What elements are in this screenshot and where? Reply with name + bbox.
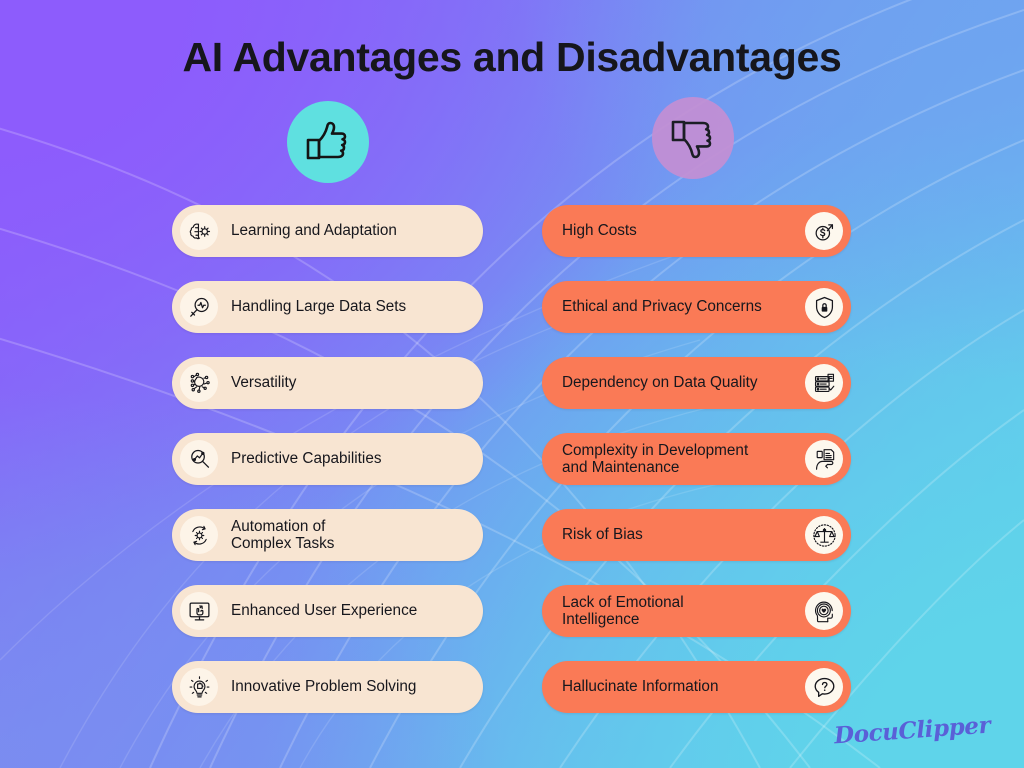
list-item-label: Ethical and Privacy Concerns bbox=[562, 298, 762, 316]
list-item[interactable]: Enhanced User Experience bbox=[172, 585, 483, 637]
list-item[interactable]: Predictive Capabilities bbox=[172, 433, 483, 485]
list-item[interactable]: Hallucinate Information bbox=[542, 661, 851, 713]
list-item-label: Lack of Emotional Intelligence bbox=[562, 593, 684, 629]
list-item[interactable]: Ethical and Privacy Concerns bbox=[542, 281, 851, 333]
list-item-label: Enhanced User Experience bbox=[231, 602, 418, 620]
page-title: AI Advantages and Disadvantages bbox=[182, 34, 842, 80]
gear-cycle-icon bbox=[180, 516, 218, 554]
list-item[interactable]: High Costs bbox=[542, 205, 851, 257]
list-item[interactable]: Learning and Adaptation bbox=[172, 205, 483, 257]
list-item-label: Automation of Complex Tasks bbox=[231, 517, 335, 553]
question-bubble-icon bbox=[805, 668, 843, 706]
disadvantages-column: High Costs Ethical and Privacy Concerns bbox=[542, 205, 851, 737]
list-item-label: Complexity in Development and Maintenanc… bbox=[562, 441, 749, 477]
data-checklist-icon bbox=[805, 364, 843, 402]
list-item[interactable]: Automation of Complex Tasks bbox=[172, 509, 483, 561]
list-item[interactable]: Complexity in Development and Maintenanc… bbox=[542, 433, 851, 485]
advantages-column: Learning and Adaptation Handling Large D… bbox=[172, 205, 483, 737]
list-item-label: Handling Large Data Sets bbox=[231, 298, 407, 316]
thumbs-up-icon bbox=[287, 101, 369, 183]
infographic-canvas: AI Advantages and Disadvantages Learning… bbox=[0, 0, 1024, 768]
brain-gear-icon bbox=[180, 212, 218, 250]
network-nodes-icon bbox=[180, 364, 218, 402]
list-item-label: Dependency on Data Quality bbox=[562, 374, 758, 392]
list-item[interactable]: Innovative Problem Solving bbox=[172, 661, 483, 713]
list-item-label: Risk of Bias bbox=[562, 526, 643, 544]
list-item-label: Innovative Problem Solving bbox=[231, 678, 417, 696]
list-item-label: Learning and Adaptation bbox=[231, 222, 397, 240]
shield-lock-icon bbox=[805, 288, 843, 326]
dollar-arrow-up-icon bbox=[805, 212, 843, 250]
magnifier-chart-icon bbox=[180, 440, 218, 478]
background-curve-lines bbox=[0, 0, 1024, 768]
magnifier-pulse-icon bbox=[180, 288, 218, 326]
screen-touch-icon bbox=[180, 592, 218, 630]
list-item-label: Hallucinate Information bbox=[562, 678, 719, 696]
list-item[interactable]: Risk of Bias bbox=[542, 509, 851, 561]
list-item-label: High Costs bbox=[562, 222, 637, 240]
list-item-label: Predictive Capabilities bbox=[231, 450, 382, 468]
list-item[interactable]: Handling Large Data Sets bbox=[172, 281, 483, 333]
list-item[interactable]: Lack of Emotional Intelligence bbox=[542, 585, 851, 637]
thumbs-down-icon bbox=[652, 97, 734, 179]
lightbulb-puzzle-icon bbox=[180, 668, 218, 706]
head-heart-icon bbox=[805, 592, 843, 630]
balance-scale-icon bbox=[805, 516, 843, 554]
list-item[interactable]: Dependency on Data Quality bbox=[542, 357, 851, 409]
list-item[interactable]: Versatility bbox=[172, 357, 483, 409]
document-hand-icon bbox=[805, 440, 843, 478]
list-item-label: Versatility bbox=[231, 374, 297, 392]
